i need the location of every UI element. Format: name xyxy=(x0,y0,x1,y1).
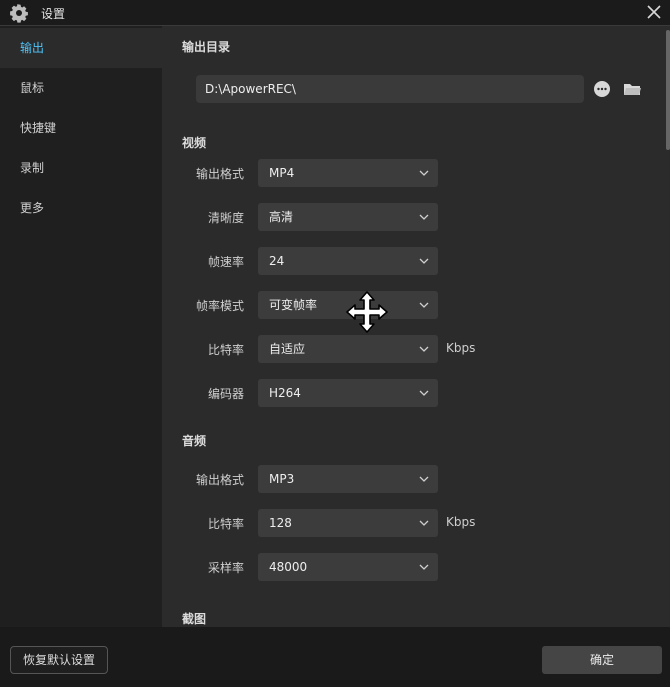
audio-bitrate-unit: Kbps xyxy=(446,515,476,529)
folder-icon[interactable] xyxy=(622,79,642,99)
audio-format-select[interactable]: MP3 xyxy=(258,465,438,493)
footer-bar: 恢复默认设置 确定 xyxy=(0,627,670,687)
video-section-title: 视频 xyxy=(182,136,207,150)
audio-bitrate-select[interactable]: 128 xyxy=(258,509,438,537)
video-format-value: MP4 xyxy=(269,166,295,180)
video-quality-value: 高清 xyxy=(269,210,294,224)
audio-bitrate-value: 128 xyxy=(269,516,292,530)
close-icon[interactable] xyxy=(644,2,664,22)
video-encoder-select[interactable]: H264 xyxy=(258,379,438,407)
sidebar-item-mouse[interactable]: 鼠标 xyxy=(0,68,162,108)
chevron-down-icon xyxy=(419,214,429,220)
video-bitrate-label: 比特率 xyxy=(207,343,244,357)
sidebar: 输出 鼠标 快捷键 录制 更多 xyxy=(0,26,162,627)
video-format-label: 输出格式 xyxy=(195,167,244,181)
video-fps-value: 24 xyxy=(269,254,285,268)
chevron-down-icon xyxy=(419,302,429,308)
audio-bitrate-label: 比特率 xyxy=(207,517,244,531)
video-fps-label: 帧速率 xyxy=(207,255,244,269)
more-options-icon[interactable] xyxy=(592,79,612,99)
video-bitrate-value: 自适应 xyxy=(269,342,306,356)
reset-defaults-button[interactable]: 恢复默认设置 xyxy=(10,646,108,674)
video-format-select[interactable]: MP4 xyxy=(258,159,438,187)
chevron-down-icon xyxy=(419,346,429,352)
chevron-down-icon xyxy=(419,170,429,176)
gear-icon xyxy=(10,4,28,23)
chevron-down-icon xyxy=(419,476,429,482)
chevron-down-icon xyxy=(419,564,429,570)
settings-content[interactable]: 输出目录 D:\ApowerREC\ 视频 输出格式 MP4 清晰度 高清 帧速… xyxy=(162,26,670,627)
window-title: 设置 xyxy=(41,7,66,21)
audio-sample-rate-label: 采样率 xyxy=(207,561,244,575)
confirm-button[interactable]: 确定 xyxy=(542,646,662,674)
scrollbar-thumb[interactable] xyxy=(666,30,670,150)
chevron-down-icon xyxy=(419,520,429,526)
output-dir-title: 输出目录 xyxy=(182,40,231,54)
audio-sample-rate-select[interactable]: 48000 xyxy=(258,553,438,581)
video-fps-mode-label: 帧率模式 xyxy=(195,299,244,313)
video-fps-mode-value: 可变帧率 xyxy=(269,298,318,312)
output-path-field[interactable]: D:\ApowerREC\ xyxy=(196,75,584,103)
sidebar-item-hotkeys[interactable]: 快捷键 xyxy=(0,108,162,148)
video-bitrate-select[interactable]: 自适应 xyxy=(258,335,438,363)
video-encoder-label: 编码器 xyxy=(207,387,244,401)
video-quality-label: 清晰度 xyxy=(207,211,244,225)
audio-section-title: 音频 xyxy=(182,434,207,448)
video-quality-select[interactable]: 高清 xyxy=(258,203,438,231)
sidebar-item-record[interactable]: 录制 xyxy=(0,148,162,188)
chevron-down-icon xyxy=(419,258,429,264)
chevron-down-icon xyxy=(419,390,429,396)
audio-sample-rate-value: 48000 xyxy=(269,560,308,574)
video-fps-mode-select[interactable]: 可变帧率 xyxy=(258,291,438,319)
sidebar-item-output[interactable]: 输出 xyxy=(0,28,162,68)
screenshot-section-title: 截图 xyxy=(182,612,207,626)
title-bar: 设置 xyxy=(0,0,670,26)
video-encoder-value: H264 xyxy=(269,386,301,400)
audio-format-label: 输出格式 xyxy=(195,473,244,487)
video-bitrate-unit: Kbps xyxy=(446,341,476,355)
audio-format-value: MP3 xyxy=(269,472,295,486)
video-fps-select[interactable]: 24 xyxy=(258,247,438,275)
sidebar-item-more[interactable]: 更多 xyxy=(0,188,162,228)
